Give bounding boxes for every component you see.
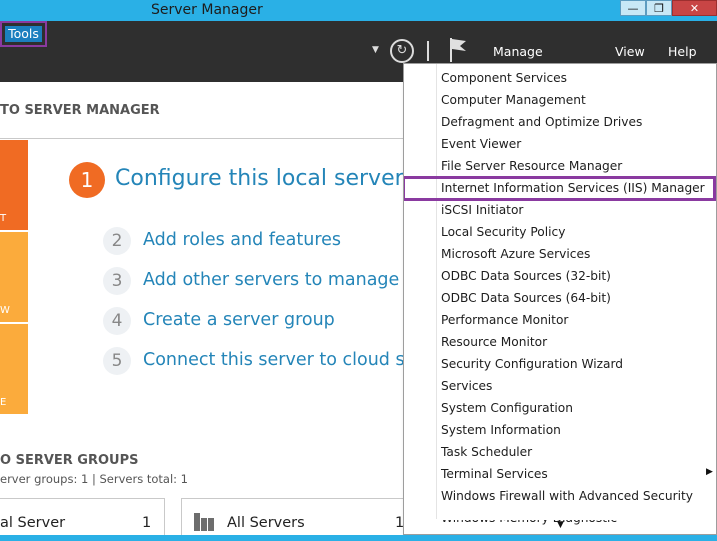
steps-panel: 1 Configure this local server 2 Add role… [0,140,405,430]
minimize-button[interactable]: — [620,0,646,16]
scroll-down-icon[interactable]: ▼ [557,520,564,530]
menu-manage[interactable]: Manage [493,44,543,59]
tools-menu-item[interactable]: iSCSI Initiator [441,202,523,218]
tools-menu-item[interactable]: Services [441,378,492,394]
card-label: al Server [0,515,66,531]
tools-menu-item[interactable]: Windows Firewall with Advanced Security [441,488,693,504]
tools-menu-item[interactable]: ODBC Data Sources (64-bit) [441,290,611,306]
step-add-roles-link[interactable]: Add roles and features [143,230,341,250]
server-groups-summary: erver groups: 1 | Servers total: 1 [0,472,188,486]
menu-tools-label: Tools [5,26,42,42]
server-groups-title: O SERVER GROUPS [0,453,139,468]
step-configure-local-server-link[interactable]: Configure this local server [115,166,404,191]
tools-menu-item[interactable]: Microsoft Azure Services [441,246,590,262]
title-bar: Server Manager — ❐ ✕ [0,0,717,21]
step-create-group-link[interactable]: Create a server group [143,310,335,330]
submenu-arrow-icon: ▶ [706,467,713,477]
menu-clip [437,512,716,520]
tools-menu-item[interactable]: Computer Management [441,92,586,108]
tools-menu-item[interactable]: System Information [441,422,561,438]
refresh-icon[interactable]: ↻ [390,39,414,63]
tools-menu-item[interactable]: Defragment and Optimize Drives [441,114,642,130]
step-number-badge: 2 [103,227,131,255]
card-count: 1 [142,515,152,531]
flag-icon[interactable] [448,37,468,63]
card-label: All Servers [227,515,305,531]
menu-view[interactable]: View [615,44,645,59]
tools-menu-item[interactable]: Security Configuration Wizard [441,356,623,372]
tools-dropdown-menu: Component Services Computer Management Def… [403,63,717,535]
welcome-title: TO SERVER MANAGER [0,103,160,118]
tools-menu-item[interactable]: System Configuration [441,400,573,416]
step-number-badge: 3 [103,267,131,295]
step-number-badge: 5 [103,347,131,375]
tools-menu-item[interactable]: Task Scheduler [441,444,532,460]
tools-menu-item[interactable]: Local Security Policy [441,224,565,240]
step-connect-cloud-link[interactable]: Connect this server to cloud servi [143,350,405,370]
tools-menu-item[interactable]: Component Services [441,70,567,86]
window-title: Server Manager [151,2,263,18]
chevron-down-icon[interactable]: ▼ [372,45,379,55]
tools-menu-item[interactable]: Event Viewer [441,136,521,152]
menu-help[interactable]: Help [668,44,697,59]
close-button[interactable]: ✕ [672,0,717,16]
divider [0,138,405,139]
tools-menu-item[interactable]: File Server Resource Manager [441,158,622,174]
highlight-box [404,176,716,201]
step-number-badge: 1 [69,162,105,198]
servers-icon [194,513,214,531]
step-add-servers-link[interactable]: Add other servers to manage [143,270,399,290]
status-strip [0,535,717,541]
tools-menu-item[interactable]: Resource Monitor [441,334,547,350]
separator [427,41,429,61]
tools-menu-item[interactable]: Terminal Services [441,466,548,482]
menu-gutter [436,64,437,519]
tools-menu-item[interactable]: Performance Monitor [441,312,568,328]
menu-tools[interactable]: Tools [0,21,47,47]
maximize-button[interactable]: ❐ [646,0,672,16]
tools-menu-item[interactable]: ODBC Data Sources (32-bit) [441,268,611,284]
step-number-badge: 4 [103,307,131,335]
